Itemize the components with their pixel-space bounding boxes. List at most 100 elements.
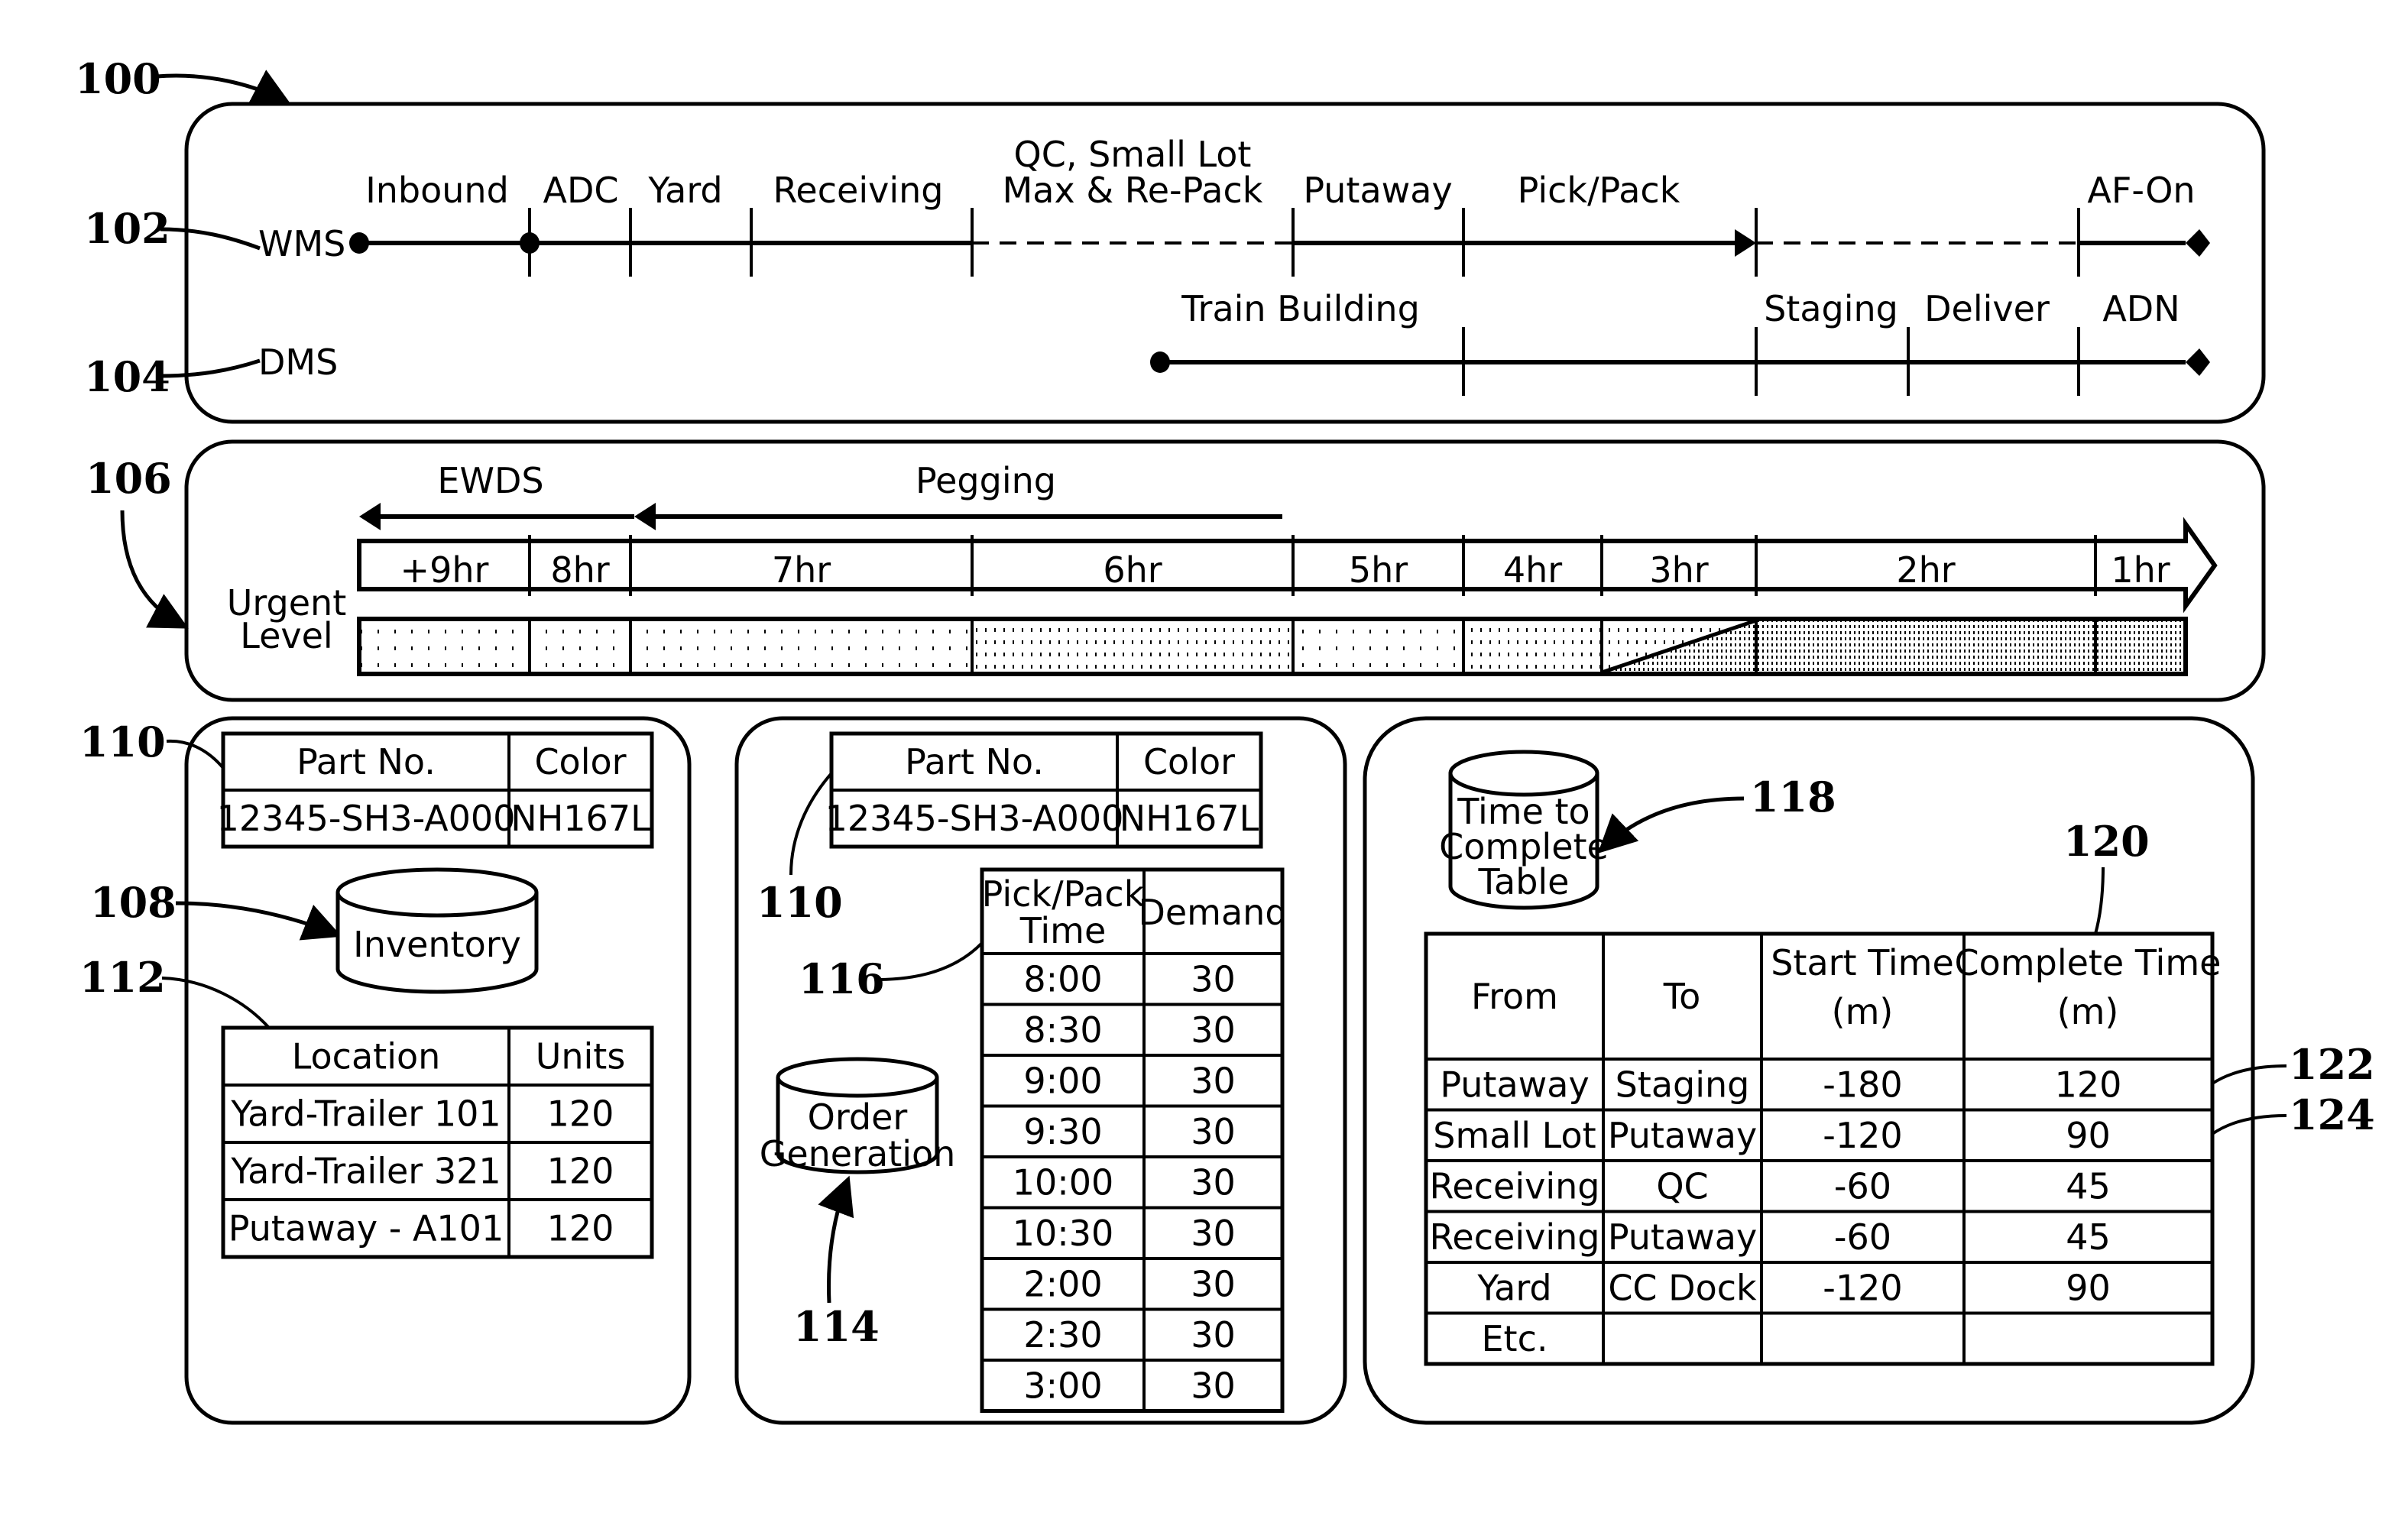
urgency-cell-6hr	[972, 620, 1293, 672]
ref-leader-108	[175, 901, 342, 941]
part-table-middle-cell: Part No.	[905, 741, 1044, 782]
demand-table-cell: 30	[1191, 958, 1236, 999]
stage-putaway: Putaway	[1303, 170, 1452, 211]
location-table-cell: Yard-Trailer 321	[230, 1151, 501, 1192]
time-to-complete-panel: Time to Complete Table 118 120 122 124 P…	[1363, 716, 2375, 1425]
part-table-left-cell: Color	[534, 741, 626, 782]
ref-label-102: 102	[84, 204, 170, 253]
urgency-cell-2hr	[1756, 620, 2095, 672]
hour-label-1hr: 1hr	[2111, 549, 2170, 591]
ref-label-120: 120	[2063, 817, 2150, 866]
ref-label-110-left: 110	[79, 718, 166, 766]
demand-table-cell: 30	[1191, 1111, 1236, 1152]
ttc-header-start-time: Start Time	[1771, 942, 1954, 983]
part-table-middle-row: 12345-SH3-A000NH167L	[825, 798, 1259, 839]
ref-label-122: 122	[2289, 1040, 2375, 1089]
part-table-middle: Part No. Color 12345-SH3-A000NH167L	[825, 731, 1263, 849]
ttc-table-cell: Receiving	[1430, 1216, 1600, 1258]
pegging-label: Pegging	[916, 460, 1056, 501]
ttc-table-cell: CC Dock	[1608, 1267, 1757, 1308]
stage-max-repack: Max & Re-Pack	[1003, 170, 1263, 211]
demand-table-cell: 2:30	[1023, 1314, 1102, 1356]
ttc-table-cell: 120	[2055, 1064, 2122, 1105]
ttc-table-cell: -120	[1823, 1267, 1902, 1308]
patent-figure: 100 102 WMS Inbound ADC Yard Receiving Q…	[75, 54, 2375, 1425]
location-table-cell: 120	[547, 1151, 614, 1192]
stage-staging: Staging	[1764, 288, 1898, 329]
urgency-cell-5hr	[1293, 620, 1463, 672]
location-table-row: Yard-Trailer 321 120	[230, 1151, 614, 1192]
ttc-table-cell: Putaway	[1440, 1064, 1589, 1105]
ref-leader-114	[818, 1175, 854, 1304]
hour-label-5hr: 5hr	[1349, 549, 1408, 591]
ttc-table-cell: -120	[1823, 1115, 1902, 1156]
ref-leader-110-left	[166, 739, 225, 769]
ttc-table-cell: Yard	[1476, 1267, 1551, 1308]
time-to-complete-table: Putaway Staging -180 120 Small Lot Putaway -12…	[1424, 931, 2222, 1366]
stage-yard: Yard	[647, 170, 722, 211]
location-table-cell: Units	[536, 1036, 626, 1077]
demand-table-cell: 30	[1191, 1314, 1236, 1356]
stage-adn: ADN	[2102, 288, 2180, 329]
ref-label-110-middle: 110	[757, 878, 843, 927]
demand-table-cell: 9:30	[1023, 1111, 1102, 1152]
stage-af-on: AF-On	[2087, 170, 2195, 211]
demand-table: 8:00 30 8:30 30 9:00 30 9:30 30 10:00 30 10:30 30 2:…	[980, 867, 1288, 1413]
stage-inbound: Inbound	[365, 170, 509, 211]
ewds-label: EWDS	[437, 460, 543, 501]
urgency-cell-+9hr	[359, 620, 530, 672]
dms-label: DMS	[258, 342, 338, 383]
ttc-table-row: Etc.	[1481, 1318, 1548, 1359]
ttc-header-to: To	[1663, 976, 1700, 1017]
ttc-table-cell: 90	[2066, 1115, 2111, 1156]
ttc-table-cell: Etc.	[1481, 1318, 1548, 1359]
ttc-table-cell: 45	[2066, 1216, 2111, 1258]
urgency-cell-8hr	[530, 620, 630, 672]
ttc-table-cell: Small Lot	[1433, 1115, 1596, 1156]
ttc-db-label-line3: Table	[1478, 861, 1570, 902]
hour-label-7hr: 7hr	[772, 549, 831, 591]
ref-leader-106	[120, 510, 189, 629]
ref-label-116: 116	[799, 954, 885, 1003]
ref-label-106: 106	[86, 454, 172, 503]
ttc-table-cell: Putaway	[1608, 1216, 1757, 1258]
demand-table-cell: 30	[1191, 1263, 1236, 1304]
demand-table-cell: 2:00	[1023, 1263, 1102, 1304]
ttc-header-complete-time: Complete Time	[1955, 942, 2222, 983]
inventory-db-label: Inventory	[353, 924, 521, 965]
ttc-table-cell: Putaway	[1608, 1115, 1757, 1156]
demand-table-cell: 30	[1191, 1213, 1236, 1254]
urgency-cell-1hr	[2095, 620, 2186, 672]
hour-label-plus9hr: +9hr	[400, 549, 489, 591]
location-table-cell: Putaway - A101	[228, 1208, 504, 1249]
ref-label-118: 118	[1750, 773, 1836, 821]
urgency-cell-4hr	[1463, 620, 1602, 672]
wms-start-dot	[349, 232, 369, 254]
demand-header-pickpack: Pick/Pack	[982, 873, 1145, 915]
part-table-left: Part No. Color 12345-SH3-A000NH167L	[217, 731, 654, 849]
ttc-table-cell: -60	[1834, 1165, 1891, 1207]
ttc-table-cell: Receiving	[1430, 1165, 1600, 1207]
ref-leader-116	[877, 941, 984, 981]
part-table-left-cell: 12345-SH3-A000	[217, 798, 516, 839]
dms-start-dot	[1150, 351, 1170, 373]
demand-table-cell: 30	[1191, 1365, 1236, 1406]
hour-label-8hr: 8hr	[550, 549, 609, 591]
ref-label-112: 112	[79, 953, 166, 1002]
ttc-header-complete-unit: (m)	[2057, 991, 2119, 1032]
pegging-arrow-head	[634, 503, 656, 530]
part-table-left-row: 12345-SH3-A000NH167L	[217, 798, 651, 839]
ref-leader-100	[156, 70, 291, 105]
process-panel: 100 102 WMS Inbound ADC Yard Receiving Q…	[75, 54, 2266, 424]
ref-label-108: 108	[90, 878, 177, 927]
ttc-table-cell: QC	[1656, 1165, 1708, 1207]
demand-header-demand: Demand	[1138, 892, 1287, 933]
part-table-left-cell: Part No.	[297, 741, 436, 782]
orders-panel: Part No. Color 12345-SH3-A000NH167L 110 11…	[734, 716, 1347, 1425]
location-table-row: Putaway - A101 120	[228, 1208, 614, 1249]
ref-leader-112	[161, 977, 271, 1029]
demand-table-cell: 9:00	[1023, 1060, 1102, 1101]
ref-leader-124	[2211, 1114, 2287, 1135]
stage-pick-pack: Pick/Pack	[1518, 170, 1680, 211]
ref-label-124: 124	[2289, 1090, 2375, 1139]
